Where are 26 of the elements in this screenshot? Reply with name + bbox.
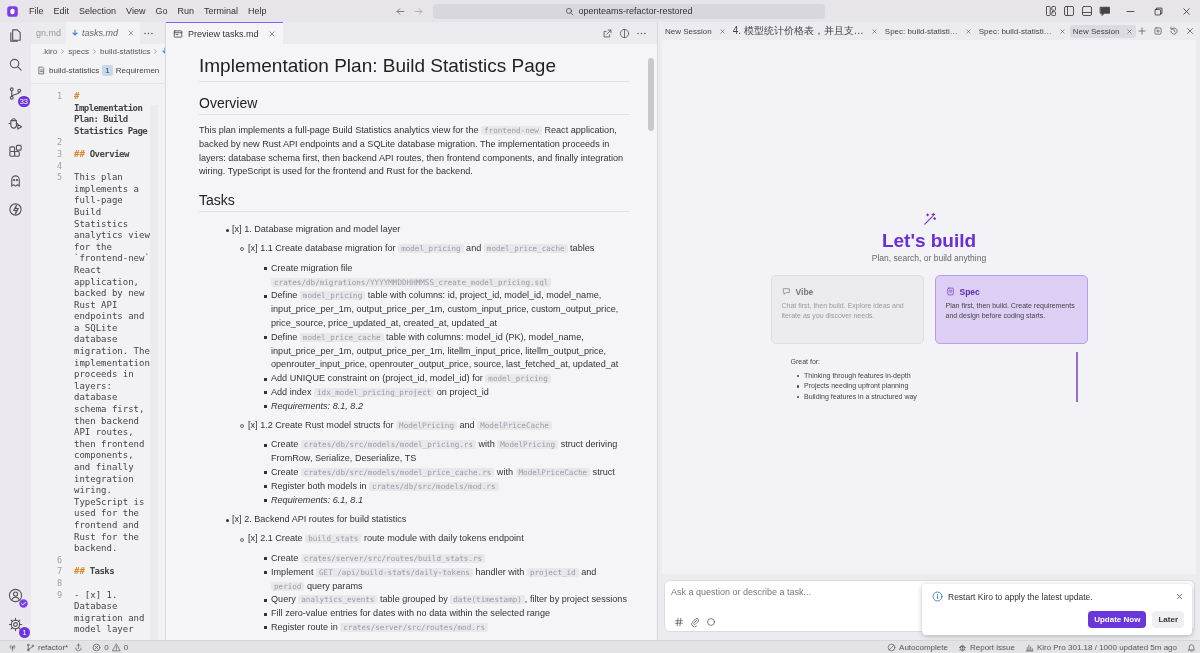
section-heading: Overview bbox=[199, 94, 629, 115]
section-heading: Tasks bbox=[199, 191, 629, 213]
code-line: This plan implements a full-page Build Statistics analytics view for the `frontend-new` React application, backed by new Rust API endpoints and a SQLite database migration. The implementation proceeds in layers: database schema first, then backend API routes, then frontend components, and finally integration wiring. TypeScript is used for the frontend and Rust for the backend. bbox=[74, 172, 150, 555]
code-line: ## Overview bbox=[74, 148, 131, 161]
line-number: 7 bbox=[55, 566, 62, 578]
task-step: Requirements: 6.1, 8.1 bbox=[271, 493, 363, 508]
line-number: 9 bbox=[55, 589, 62, 602]
code-line: ## Tasks bbox=[74, 566, 116, 578]
line-number: 4 bbox=[55, 160, 62, 173]
code-line: - [x] 1. Database migration and model layer bbox=[74, 589, 146, 636]
hero-subtitle: Plan, search, or build anything bbox=[871, 252, 987, 263]
task-title: [x] 2. Backend API routes for build statistics bbox=[232, 513, 407, 527]
line-number: 1 bbox=[55, 91, 62, 103]
line-number: 3 bbox=[55, 148, 62, 161]
line-number: 5 bbox=[55, 172, 62, 185]
task-title: [x] 1. Database migration and model layer bbox=[232, 223, 401, 237]
task-step: Fill zero-value entries for dates with no data within the selected range bbox=[271, 607, 551, 621]
line-number: 8 bbox=[55, 577, 62, 590]
line-number: 2 bbox=[55, 137, 62, 149]
hero-title: Let's build bbox=[881, 229, 977, 252]
step-number: 1 bbox=[102, 65, 113, 76]
page-title: Implementation Plan: Build Statistics Page bbox=[199, 54, 629, 82]
line-number: 6 bbox=[55, 554, 62, 567]
code-line: # Implementation Plan: Build Statistics Page bbox=[74, 91, 149, 138]
task-step: Requirements: 8.1, 8.2 bbox=[271, 399, 363, 414]
notification-message: Restart Kiro to apply the latest update. bbox=[948, 591, 1093, 602]
